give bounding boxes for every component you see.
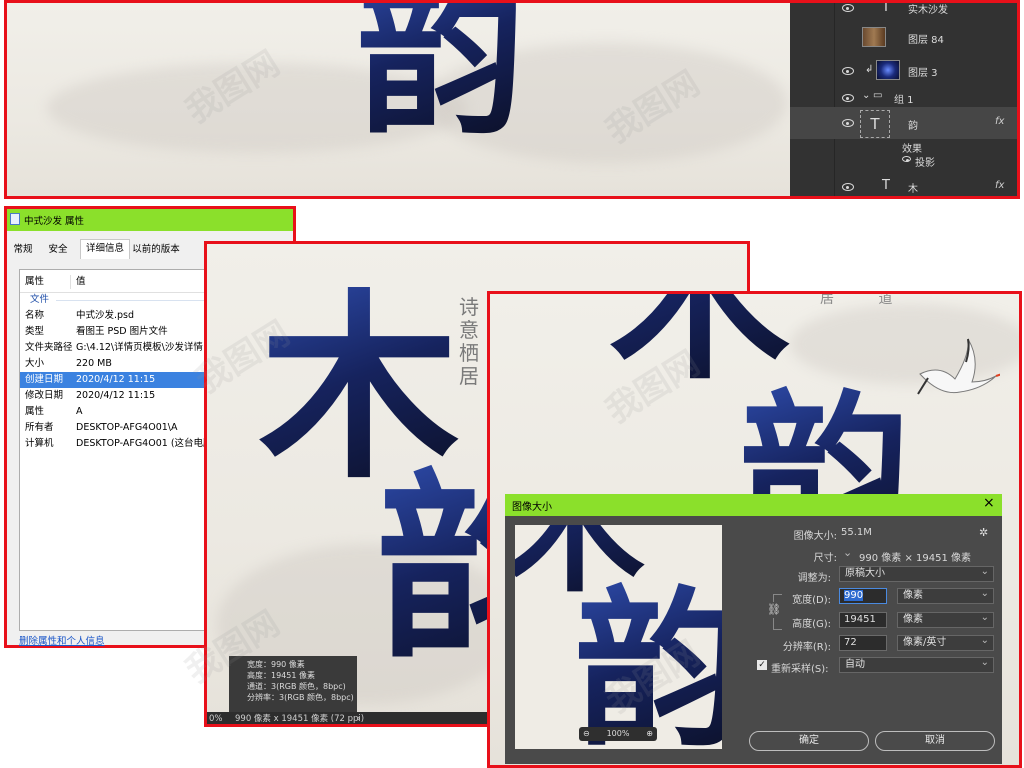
remove-properties-link[interactable]: 删除属性和个人信息	[19, 633, 105, 647]
chevron-down-icon[interactable]: ⌄	[843, 546, 852, 559]
chevron-down-icon[interactable]: ⌄	[862, 90, 870, 101]
file-icon	[10, 213, 20, 225]
tab-general[interactable]: 常规	[11, 241, 35, 258]
close-icon[interactable]: ×	[983, 495, 995, 511]
image-size-dialog: 图像大小 × 木 韵 ⊖ 100% ⊕ 图像大小: 55.1M ✲ 尺寸: ⌄ …	[505, 494, 1002, 764]
chevron-right-icon[interactable]: ›	[357, 712, 360, 724]
height-input[interactable]: 19451	[839, 612, 887, 628]
height-unit-select[interactable]: 像素	[897, 611, 994, 628]
text-layer-icon: T	[882, 0, 890, 15]
calligraphy-yun-top: 韵	[357, 3, 525, 143]
visibility-eye-icon[interactable]	[842, 4, 854, 12]
vertical-chars-top: 居 道	[820, 291, 893, 307]
gear-icon[interactable]: ✲	[979, 526, 988, 539]
layer-row-shimu[interactable]: T 实木沙发	[790, 0, 1017, 19]
info-tooltip: 宽度：990 像素 高度：19451 像素 通道：3(RGB 颜色，8bpc) …	[229, 656, 357, 712]
resample-select[interactable]: 自动	[839, 656, 994, 673]
folder-icon: ▭	[873, 90, 883, 101]
layer-row-84[interactable]: 图层 84	[790, 25, 1017, 49]
visibility-eye-icon[interactable]	[842, 119, 854, 127]
ok-button[interactable]: 确定	[749, 731, 869, 751]
visibility-eye-icon[interactable]	[842, 67, 854, 75]
visibility-eye-icon[interactable]	[902, 156, 911, 162]
cancel-button[interactable]: 取消	[875, 731, 995, 751]
layer-row-mu[interactable]: T 木 fx	[790, 175, 1017, 196]
width-input[interactable]: 990	[839, 588, 887, 604]
image-size-value: 55.1M	[841, 527, 872, 538]
layers-panel: T 实木沙发 图层 84 ↲ 图层 3 ⌄ ▭ 组 1 T 韵 fx 效果 投影…	[790, 0, 1017, 196]
properties-title: 中式沙发 属性	[24, 216, 85, 227]
width-unit-select[interactable]: 像素	[897, 587, 994, 604]
status-text: 990 像素 x 19451 像素 (72 ppi)	[235, 714, 365, 724]
text-layer-icon: T	[882, 178, 890, 193]
text-layer-icon: T	[860, 110, 890, 138]
top-canvas-panel: 韵 T 实木沙发 图层 84 ↲ 图层 3 ⌄ ▭ 组 1 T 韵 fx 效果 …	[4, 0, 1020, 199]
zoom-level[interactable]: 0%	[209, 712, 223, 724]
properties-titlebar: 中式沙发 属性	[7, 209, 293, 231]
fit-to-select[interactable]: 原稿大小	[839, 565, 994, 582]
layer-row-yun[interactable]: T 韵 fx	[790, 107, 1017, 139]
dialog-preview[interactable]: 木 韵 ⊖ 100% ⊕	[515, 525, 722, 749]
visibility-eye-icon[interactable]	[842, 94, 854, 102]
preview-zoom-control: ⊖ 100% ⊕	[579, 727, 657, 741]
layer-thumbnail	[862, 27, 886, 47]
dialog-title: 图像大小	[512, 502, 552, 513]
tab-security[interactable]: 安全	[46, 241, 70, 258]
resolution-input[interactable]: 72	[839, 635, 887, 651]
layer-thumbnail	[876, 60, 900, 80]
resample-checkbox[interactable]: ✓	[757, 660, 767, 670]
poem-vertical: 诗意栖居	[459, 295, 479, 388]
zoom-in-icon[interactable]: ⊕	[646, 727, 653, 741]
layer-effect-shadow-row[interactable]: 投影	[790, 153, 1017, 169]
visibility-eye-icon[interactable]	[842, 183, 854, 191]
dialog-titlebar: 图像大小 ×	[505, 494, 1002, 516]
crane-illustration	[917, 338, 1000, 395]
resolution-unit-select[interactable]: 像素/英寸	[897, 634, 994, 651]
dimensions-value: 990 像素 × 19451 像素	[859, 553, 971, 564]
tab-details[interactable]: 详细信息	[80, 239, 130, 259]
layer-effects-row: 效果	[902, 144, 922, 155]
clip-arrow-icon: ↲	[865, 64, 874, 75]
tab-previous-versions[interactable]: 以前的版本	[131, 241, 181, 258]
layer-row-3[interactable]: ↲ 图层 3	[790, 58, 1017, 82]
zoom-out-icon[interactable]: ⊖	[583, 727, 590, 741]
